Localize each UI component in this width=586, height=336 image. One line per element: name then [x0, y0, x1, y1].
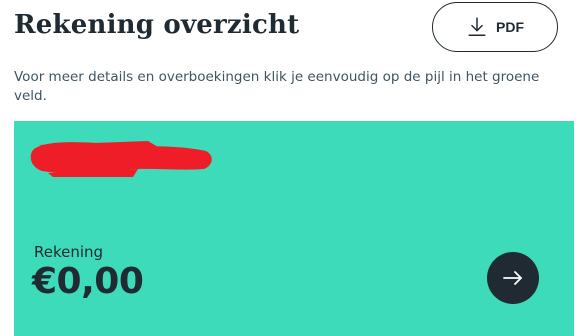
account-card[interactable]: Rekening €0,00	[14, 121, 574, 336]
redacted-account-name	[30, 141, 212, 177]
intro-text: Voor meer details en overboekingen klik …	[14, 69, 540, 104]
pdf-download-button[interactable]: PDF	[432, 2, 558, 52]
page-title: Rekening overzicht	[14, 10, 300, 40]
account-details-arrow-button[interactable]	[487, 252, 539, 304]
download-icon	[468, 17, 486, 36]
account-balance: €0,00	[32, 261, 144, 302]
arrow-right-icon	[503, 271, 522, 285]
account-label: Rekening	[34, 243, 104, 261]
pdf-button-label: PDF	[496, 19, 524, 35]
